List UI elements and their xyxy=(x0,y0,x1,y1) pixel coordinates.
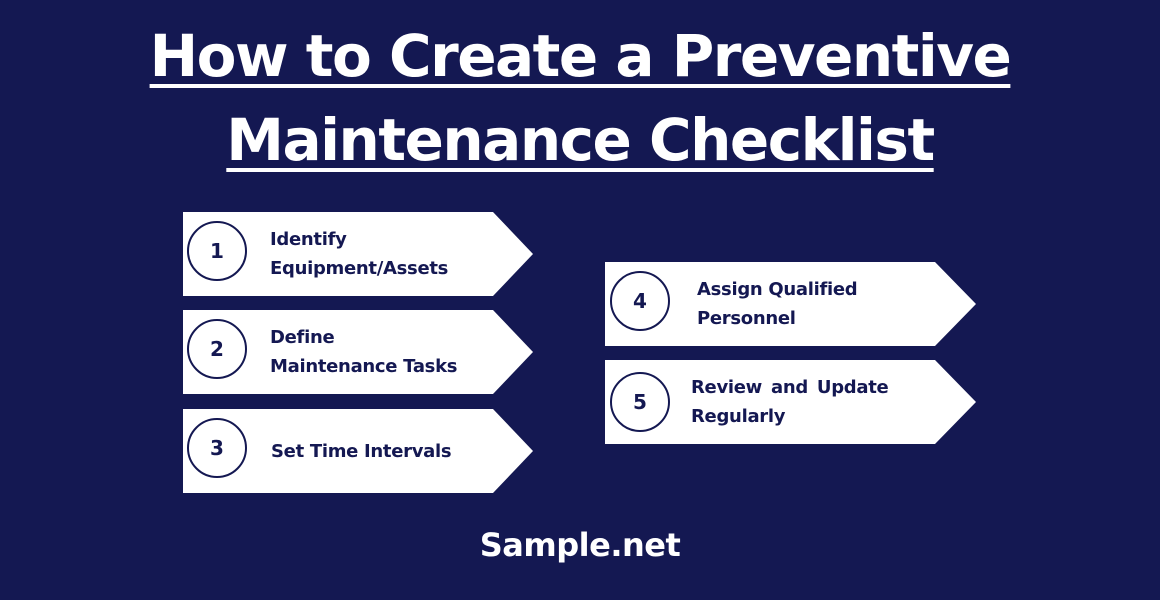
step-label-line-2: Regularly xyxy=(691,406,786,427)
step-card-1: 1 Identify Equipment/Assets xyxy=(183,212,534,296)
step-label-line-1: Identify xyxy=(270,229,347,250)
step-card-2: 2 Define Maintenance Tasks xyxy=(183,310,534,394)
step-number: 4 xyxy=(633,289,647,313)
step-label-line-2: Equipment/Assets xyxy=(270,258,449,279)
step-label: Define Maintenance Tasks xyxy=(270,310,500,394)
step-number-badge: 5 xyxy=(610,372,670,432)
step-label-line-1: Assign Qualified xyxy=(697,279,858,300)
step-number-badge: 3 xyxy=(187,418,247,478)
step-card-3: 3 Set Time Intervals xyxy=(183,409,534,493)
page-title-line-1: How to Create a Preventive xyxy=(149,22,1012,90)
step-number: 1 xyxy=(210,239,224,263)
step-card-4: 4 Assign Qualified Personnel xyxy=(605,262,977,346)
step-number-badge: 4 xyxy=(610,271,670,331)
step-label: Set Time Intervals xyxy=(271,409,501,493)
brand-footer: Sample.net xyxy=(479,526,681,564)
step-label-line-1: Set Time Intervals xyxy=(271,440,452,462)
step-card-5: 5 Review and Update Regularly xyxy=(605,360,977,444)
step-label: Assign Qualified Personnel xyxy=(697,262,927,346)
step-number: 5 xyxy=(633,390,647,414)
step-label-line-2: Maintenance Tasks xyxy=(270,356,458,377)
step-label-line-1: Review and Update xyxy=(691,377,889,398)
step-label: Review and Update Regularly xyxy=(691,360,951,444)
step-number-badge: 2 xyxy=(187,319,247,379)
step-number: 3 xyxy=(210,436,224,460)
step-label-line-1: Define xyxy=(270,327,335,348)
step-label: Identify Equipment/Assets xyxy=(270,212,500,296)
step-number-badge: 1 xyxy=(187,221,247,281)
step-label-line-2: Personnel xyxy=(697,308,796,329)
page-title-line-2: Maintenance Checklist xyxy=(226,106,935,174)
step-number: 2 xyxy=(210,337,224,361)
